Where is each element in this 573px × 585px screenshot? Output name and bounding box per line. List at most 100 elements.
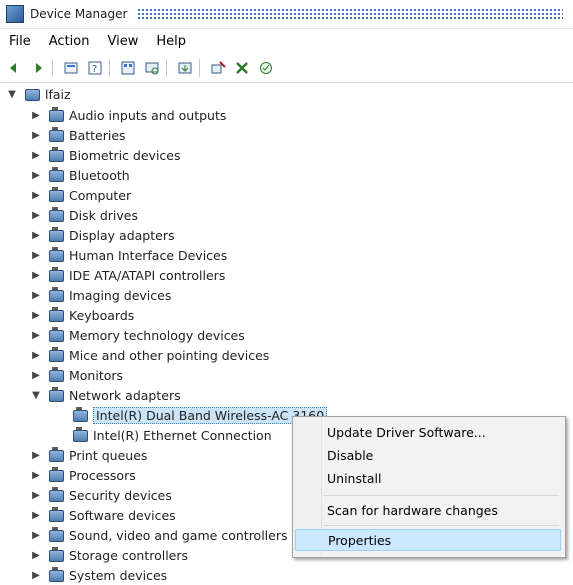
chevron-right-icon[interactable]: ▶ xyxy=(30,309,42,321)
chevron-right-icon[interactable]: ▶ xyxy=(30,229,42,241)
tree-category[interactable]: ▶ Memory technology devices xyxy=(30,325,245,345)
chevron-right-icon[interactable]: ▶ xyxy=(30,329,42,341)
enable-icon[interactable] xyxy=(256,58,276,78)
category-label: Bluetooth xyxy=(69,167,130,183)
forward-icon[interactable] xyxy=(28,58,48,78)
imaging-icon xyxy=(48,287,64,303)
tree-category[interactable]: ▶ Bluetooth xyxy=(30,165,130,185)
properties-menu-item[interactable]: Properties xyxy=(295,529,561,551)
chevron-right-icon[interactable]: ▶ xyxy=(30,189,42,201)
network-adapter-icon xyxy=(72,427,88,443)
tree-category[interactable]: ▶ Biometric devices xyxy=(30,145,181,165)
help-icon[interactable]: ? xyxy=(85,58,105,78)
category-label: Sound, video and game controllers xyxy=(69,527,288,543)
tree-category[interactable]: ▶ System devices xyxy=(30,565,167,585)
network-adapter-icon xyxy=(48,387,64,403)
tree-category[interactable]: ▶ Keyboards xyxy=(30,305,134,325)
tree-category[interactable]: ▶ Human Interface Devices xyxy=(30,245,227,265)
battery-icon xyxy=(48,127,64,143)
chevron-right-icon[interactable]: ▶ xyxy=(30,529,42,541)
properties-icon[interactable] xyxy=(61,58,81,78)
back-icon[interactable] xyxy=(4,58,24,78)
chevron-right-icon[interactable]: ▶ xyxy=(30,109,42,121)
chevron-down-icon[interactable]: ▼ xyxy=(30,389,42,401)
tree-category[interactable]: ▶ Mice and other pointing devices xyxy=(30,345,269,365)
disk-drive-icon xyxy=(48,207,64,223)
category-label: Imaging devices xyxy=(69,287,172,303)
toolbar-separator xyxy=(52,59,53,77)
scan-icon[interactable] xyxy=(142,58,162,78)
device-wireless-adapter[interactable]: Intel(R) Dual Band Wireless-AC 3160 xyxy=(72,405,328,425)
chevron-right-icon[interactable]: ▶ xyxy=(30,489,42,501)
disable-menu-item[interactable]: Disable xyxy=(295,444,561,466)
category-label: Security devices xyxy=(69,487,172,503)
toolbar: ? xyxy=(0,54,573,83)
chevron-right-icon[interactable]: ▶ xyxy=(30,549,42,561)
title-bar-fill xyxy=(137,8,563,20)
view-icon[interactable] xyxy=(118,58,138,78)
scan-hardware-menu-item[interactable]: Scan for hardware changes xyxy=(295,499,561,521)
chevron-right-icon[interactable]: ▶ xyxy=(30,289,42,301)
category-label: Software devices xyxy=(69,507,176,523)
tree-category[interactable]: ▶ Imaging devices xyxy=(30,285,171,305)
category-label: Batteries xyxy=(69,127,126,143)
audio-icon xyxy=(48,107,64,123)
computer-icon xyxy=(48,187,64,203)
uninstall-icon[interactable] xyxy=(208,58,228,78)
tree-category[interactable]: ▶ Processors xyxy=(30,465,136,485)
chevron-right-icon[interactable]: ▶ xyxy=(30,209,42,221)
category-label: Print queues xyxy=(69,447,148,463)
printer-icon xyxy=(48,447,64,463)
chevron-down-icon[interactable]: ▼ xyxy=(6,88,18,100)
menu-item-label: Update Driver Software... xyxy=(327,424,486,440)
menu-separator xyxy=(323,525,559,526)
device-ethernet-adapter[interactable]: Intel(R) Ethernet Connection xyxy=(72,425,272,445)
chevron-right-icon[interactable]: ▶ xyxy=(30,249,42,261)
disable-icon[interactable] xyxy=(232,58,252,78)
update-driver-icon[interactable] xyxy=(175,58,195,78)
tree-category[interactable]: ▶ Print queues xyxy=(30,445,147,465)
chevron-right-icon[interactable]: ▶ xyxy=(30,269,42,281)
tree-category[interactable]: ▶ Storage controllers xyxy=(30,545,188,565)
chevron-right-icon[interactable]: ▶ xyxy=(30,369,42,381)
tree-root[interactable]: ▼ lfaiz xyxy=(6,84,70,104)
processor-icon xyxy=(48,467,64,483)
tree-category[interactable]: ▶ Audio inputs and outputs xyxy=(30,105,226,125)
storage-controller-icon xyxy=(48,547,64,563)
menu-bar: File Action View Help xyxy=(0,29,573,53)
chevron-right-icon[interactable]: ▶ xyxy=(30,349,42,361)
update-driver-menu-item[interactable]: Update Driver Software... xyxy=(295,421,561,443)
tree-category[interactable]: ▶ Sound, video and game controllers xyxy=(30,525,288,545)
tree-category[interactable]: ▶ Batteries xyxy=(30,125,126,145)
tree-category[interactable]: ▶ Monitors xyxy=(30,365,123,385)
category-label: Biometric devices xyxy=(69,147,181,163)
monitor-icon xyxy=(48,367,64,383)
tree-category-network[interactable]: ▼ Network adapters xyxy=(30,385,181,405)
chevron-right-icon[interactable]: ▶ xyxy=(30,509,42,521)
tree-category[interactable]: ▶ Display adapters xyxy=(30,225,174,245)
tree-category[interactable]: ▶ Security devices xyxy=(30,485,172,505)
device-manager-icon xyxy=(6,5,24,23)
menu-help[interactable]: Help xyxy=(147,34,195,49)
tree-category[interactable]: ▶ Disk drives xyxy=(30,205,138,225)
tree-category[interactable]: ▶ Software devices xyxy=(30,505,176,525)
chevron-right-icon[interactable]: ▶ xyxy=(30,569,42,581)
tree-category[interactable]: ▶ Computer xyxy=(30,185,131,205)
menu-action[interactable]: Action xyxy=(40,34,99,49)
chevron-right-icon[interactable]: ▶ xyxy=(30,469,42,481)
chevron-right-icon[interactable]: ▶ xyxy=(30,169,42,181)
menu-file[interactable]: File xyxy=(0,34,40,49)
window-title: Device Manager xyxy=(30,7,128,21)
chevron-right-icon[interactable]: ▶ xyxy=(30,149,42,161)
biometric-icon xyxy=(48,147,64,163)
tree-category[interactable]: ▶ IDE ATA/ATAPI controllers xyxy=(30,265,225,285)
menu-view[interactable]: View xyxy=(98,34,147,49)
category-label: Mice and other pointing devices xyxy=(69,347,270,363)
chevron-right-icon[interactable]: ▶ xyxy=(30,449,42,461)
uninstall-menu-item[interactable]: Uninstall xyxy=(295,467,561,489)
category-label: System devices xyxy=(69,567,168,583)
mouse-icon xyxy=(48,347,64,363)
category-label: Memory technology devices xyxy=(69,327,245,343)
chevron-right-icon[interactable]: ▶ xyxy=(30,129,42,141)
network-adapter-icon xyxy=(72,407,88,423)
